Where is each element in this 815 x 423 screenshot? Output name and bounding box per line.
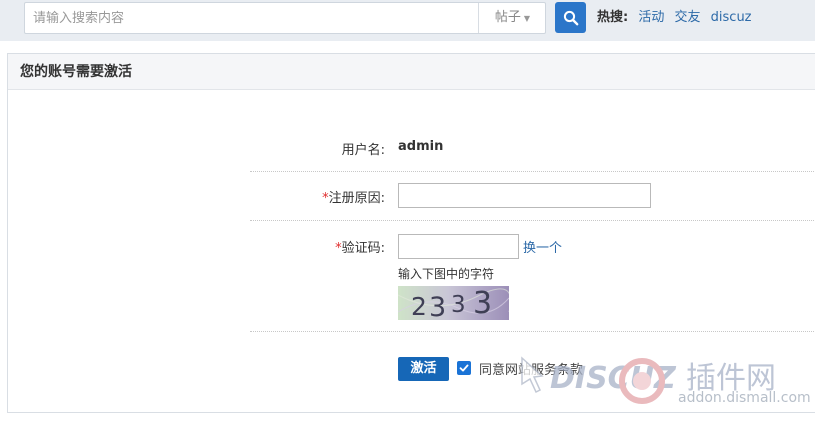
panel-title: 您的账号需要激活	[8, 54, 815, 90]
hot-search: 热搜: 活动 交友 discuz	[597, 9, 752, 27]
captcha-input[interactable]	[398, 234, 519, 259]
checkmark-icon	[459, 364, 469, 372]
captcha-hint: 输入下图中的字符	[398, 267, 495, 281]
search-button[interactable]	[555, 2, 586, 33]
divider	[250, 171, 815, 172]
top-search-bar: 帖子▼ 热搜: 活动 交友 discuz	[0, 0, 815, 41]
username-value: admin	[398, 139, 444, 154]
search-box: 帖子▼	[24, 2, 546, 34]
hot-link-discuz[interactable]: discuz	[711, 10, 752, 25]
captcha-label: 验证码:	[341, 241, 385, 256]
captcha-char: 2	[411, 292, 427, 320]
search-type-dropdown[interactable]: 帖子 ▼	[478, 3, 546, 33]
hot-link-friends[interactable]: 交友	[675, 10, 701, 25]
divider	[250, 331, 815, 332]
reason-input[interactable]	[398, 183, 651, 208]
activation-panel: 您的账号需要激活 用户名: admin *注册原因: *验证码: 换一个 输入下…	[7, 53, 815, 413]
captcha-char: 3	[473, 286, 492, 320]
captcha-label-group: *验证码:	[255, 237, 385, 256]
reason-label: 注册原因:	[328, 191, 385, 206]
activate-button[interactable]: 激活	[398, 357, 449, 381]
hot-link-activity[interactable]: 活动	[638, 10, 664, 25]
captcha-char: 3	[451, 292, 466, 318]
hot-search-label: 热搜:	[597, 10, 629, 25]
search-type-label: 帖子	[494, 10, 521, 25]
agree-terms-label: 同意网站服务条款	[479, 363, 584, 378]
username-label: 用户名:	[341, 143, 385, 158]
captcha-char: 3	[429, 292, 446, 320]
captcha-image[interactable]: 2 3 3 3	[398, 286, 509, 320]
captcha-refresh-link[interactable]: 换一个	[523, 237, 562, 256]
search-icon	[563, 10, 578, 25]
search-input[interactable]	[25, 3, 477, 33]
divider	[250, 220, 815, 221]
caret-down-icon: ▼	[523, 14, 531, 23]
reason-label-group: *注册原因:	[255, 187, 385, 206]
agree-checkbox[interactable]	[457, 361, 471, 375]
